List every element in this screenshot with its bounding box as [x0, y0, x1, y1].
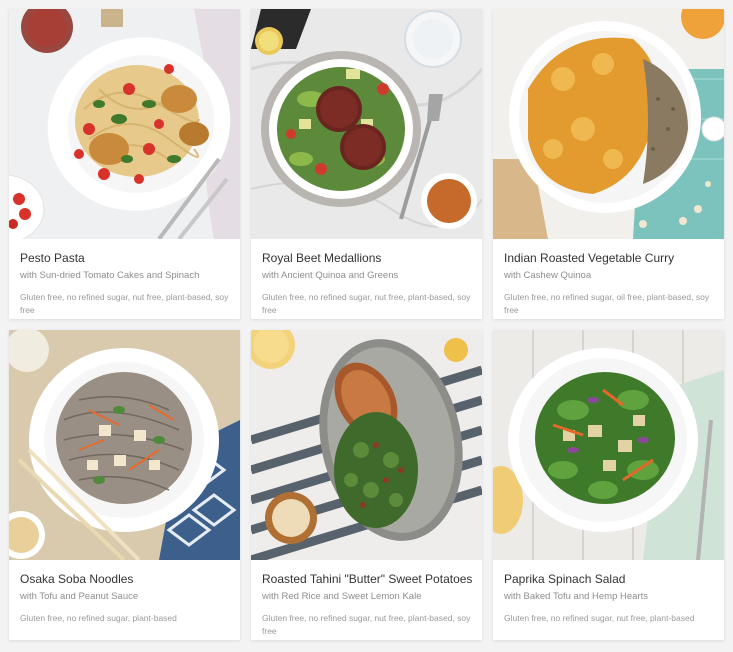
meal-photo[interactable]	[251, 9, 482, 239]
meal-card-paprika-spinach-salad[interactable]: Paprika Spinach Salad with Baked Tofu an…	[493, 330, 724, 640]
meal-subtitle: with Tofu and Peanut Sauce	[20, 591, 139, 602]
meal-grid: Pesto Pasta with Sun-dried Tomato Cakes …	[0, 0, 733, 652]
meal-title[interactable]: Paprika Spinach Salad	[504, 572, 716, 587]
meal-dietary-tags: Gluten free, no refined sugar, nut free,…	[262, 292, 471, 315]
meal-photo[interactable]	[251, 330, 482, 560]
meal-subtitle: with Cashew Quinoa	[504, 270, 592, 281]
meal-photo[interactable]	[9, 330, 240, 560]
meal-title[interactable]: Pesto Pasta	[20, 251, 232, 266]
meal-dietary-tags: Gluten free, no refined sugar, nut free,…	[20, 292, 229, 315]
meal-card-roasted-tahini-sweet-potatoes[interactable]: Roasted Tahini "Butter" Sweet Potatoes w…	[251, 330, 482, 640]
meal-title[interactable]: Indian Roasted Vegetable Curry	[504, 251, 716, 266]
meal-subtitle: with Red Rice and Sweet Lemon Kale	[262, 591, 422, 602]
meal-photo[interactable]	[493, 9, 724, 239]
meal-subtitle: with Baked Tofu and Hemp Hearts	[504, 591, 648, 602]
meal-dietary-tags: Gluten free, no refined sugar, plant-bas…	[20, 613, 177, 623]
meal-photo[interactable]	[9, 9, 240, 239]
meal-dietary-tags: Gluten free, no refined sugar, nut free,…	[262, 613, 471, 636]
meal-photo[interactable]	[493, 330, 724, 560]
meal-card-pesto-pasta[interactable]: Pesto Pasta with Sun-dried Tomato Cakes …	[9, 9, 240, 319]
meal-dietary-tags: Gluten free, no refined sugar, nut free,…	[504, 613, 695, 623]
meal-card-osaka-soba-noodles[interactable]: Osaka Soba Noodles with Tofu and Peanut …	[9, 330, 240, 640]
meal-card-royal-beet-medallions[interactable]: Royal Beet Medallions with Ancient Quino…	[251, 9, 482, 319]
meal-dietary-tags: Gluten free, no refined sugar, oil free,…	[504, 292, 710, 315]
meal-card-indian-roasted-vegetable-curry[interactable]: Indian Roasted Vegetable Curry with Cash…	[493, 9, 724, 319]
meal-subtitle: with Sun-dried Tomato Cakes and Spinach	[20, 270, 200, 281]
meal-subtitle: with Ancient Quinoa and Greens	[262, 270, 399, 281]
meal-title[interactable]: Roasted Tahini "Butter" Sweet Potatoes	[262, 572, 474, 587]
meal-title[interactable]: Royal Beet Medallions	[262, 251, 474, 266]
meal-title[interactable]: Osaka Soba Noodles	[20, 572, 232, 587]
